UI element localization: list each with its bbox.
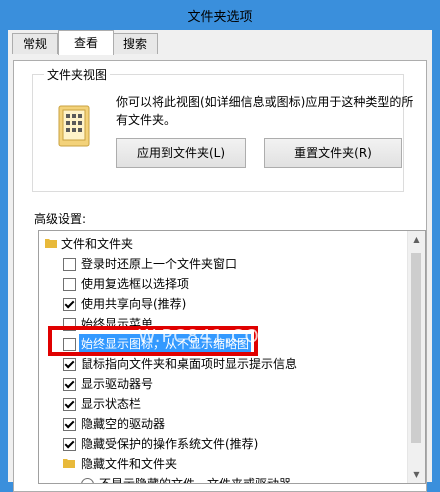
checkbox[interactable] <box>63 398 76 411</box>
apply-to-folders-button[interactable]: 应用到文件夹(L) <box>116 138 246 168</box>
folder-icon <box>45 239 57 248</box>
folder-views-description: 你可以将此视图(如详细信息或图标)应用于这种类型的所有文件夹。 <box>116 95 414 127</box>
list-item-label: 显示状态栏 <box>81 397 142 411</box>
folder-views-label: 文件夹视图 <box>44 66 111 83</box>
list-item-label: 隐藏受保护的操作系统文件(推荐) <box>81 437 259 451</box>
folder-views-icon <box>58 105 90 147</box>
list-item-label: 文件和文件夹 <box>61 237 134 251</box>
list-item-label: 使用共享向导(推荐) <box>81 297 187 311</box>
checkbox[interactable] <box>63 378 76 391</box>
list-item-label: 隐藏空的驱动器 <box>81 417 166 431</box>
tab-search[interactable]: 搜索 <box>112 33 158 54</box>
checkbox[interactable] <box>63 438 76 451</box>
checkbox[interactable] <box>63 358 76 371</box>
watermark: W.PC841.COM <box>138 326 277 347</box>
dialog-body: 常规 查看 搜索 文件夹视图 你可以将此视图(如详细信息或图标)应用于这种类型的… <box>8 30 432 492</box>
scroll-down-icon[interactable]: ▼ <box>408 466 425 483</box>
scroll-up-icon[interactable]: ▲ <box>408 231 425 248</box>
reset-folders-button[interactable]: 重置文件夹(R) <box>264 138 402 168</box>
scrollbar-thumb[interactable] <box>411 253 421 443</box>
checkbox[interactable] <box>63 258 76 271</box>
list-item-label: 隐藏文件和文件夹 <box>81 457 178 471</box>
list-item-label: 使用复选框以选择项 <box>81 277 190 291</box>
folder-icon <box>63 459 75 468</box>
list-item-label: 显示驱动器号 <box>81 377 154 391</box>
list-item-label: 鼠标指向文件夹和桌面项时显示提示信息 <box>81 357 298 371</box>
advanced-settings-list: 文件和文件夹 登录时还原上一个文件夹窗口 使用复选框以选择项 使用共享向导(推荐… <box>38 230 426 484</box>
list-item-label: 登录时还原上一个文件夹窗口 <box>81 257 238 271</box>
title-bar[interactable]: 文件夹选项 <box>0 0 440 30</box>
list-item-label: 不显示隐藏的文件、文件夹或驱动器 <box>99 477 292 484</box>
checkbox[interactable] <box>63 298 76 311</box>
tab-general[interactable]: 常规 <box>12 33 58 54</box>
tab-view[interactable]: 查看 <box>58 30 114 55</box>
checkbox[interactable] <box>63 278 76 291</box>
window-title: 文件夹选项 <box>187 10 253 25</box>
checkbox[interactable] <box>63 418 76 431</box>
radio-button[interactable] <box>81 478 94 483</box>
vertical-scrollbar[interactable]: ▲ ▼ <box>407 231 425 483</box>
advanced-settings-label: 高级设置: <box>34 212 87 226</box>
